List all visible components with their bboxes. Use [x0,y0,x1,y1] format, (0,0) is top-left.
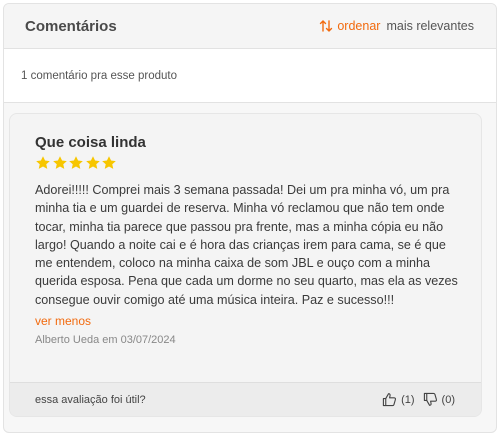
vote-controls: (1) (0) [374,392,455,407]
star-icon [52,156,67,169]
like-count: (1) [401,393,415,406]
star-icon [69,156,83,169]
dislike-count: (0) [441,393,455,406]
sort-value[interactable]: mais relevantes [386,19,474,33]
sort-icon [320,20,333,32]
star-icon [85,156,100,169]
dislike-button[interactable]: (0) [423,392,455,407]
star-icon [36,156,50,169]
review-author-date: Alberto Ueda em 03/07/2024 [35,334,176,347]
thumbs-down-icon [423,392,437,406]
review-helpful-bar: essa avaliação foi útil? (1) (0) [10,382,481,416]
star-icon [102,156,116,169]
review-text: Adorei!!!!! Comprei mais 3 semana passad… [35,183,458,307]
comments-header: Comentários ordenar mais relevantes [4,4,496,49]
section-title: Comentários [25,17,117,35]
sort-label[interactable]: ordenar [337,19,380,33]
review-title: Que coisa linda [35,134,146,151]
comments-count: 1 comentário pra esse produto [4,49,496,103]
comments-count-text: 1 comentário pra esse produto [21,69,177,82]
sort-control[interactable]: ordenar mais relevantes [319,19,474,33]
like-button[interactable]: (1) [382,392,415,407]
see-less-link[interactable]: ver menos [35,313,461,329]
helpful-question: essa avaliação foi útil? [35,393,146,406]
thumbs-up-icon [382,393,397,407]
review-card: Que coisa linda Adorei!!!!! Comprei mais… [9,113,482,417]
rating-stars [35,155,461,171]
